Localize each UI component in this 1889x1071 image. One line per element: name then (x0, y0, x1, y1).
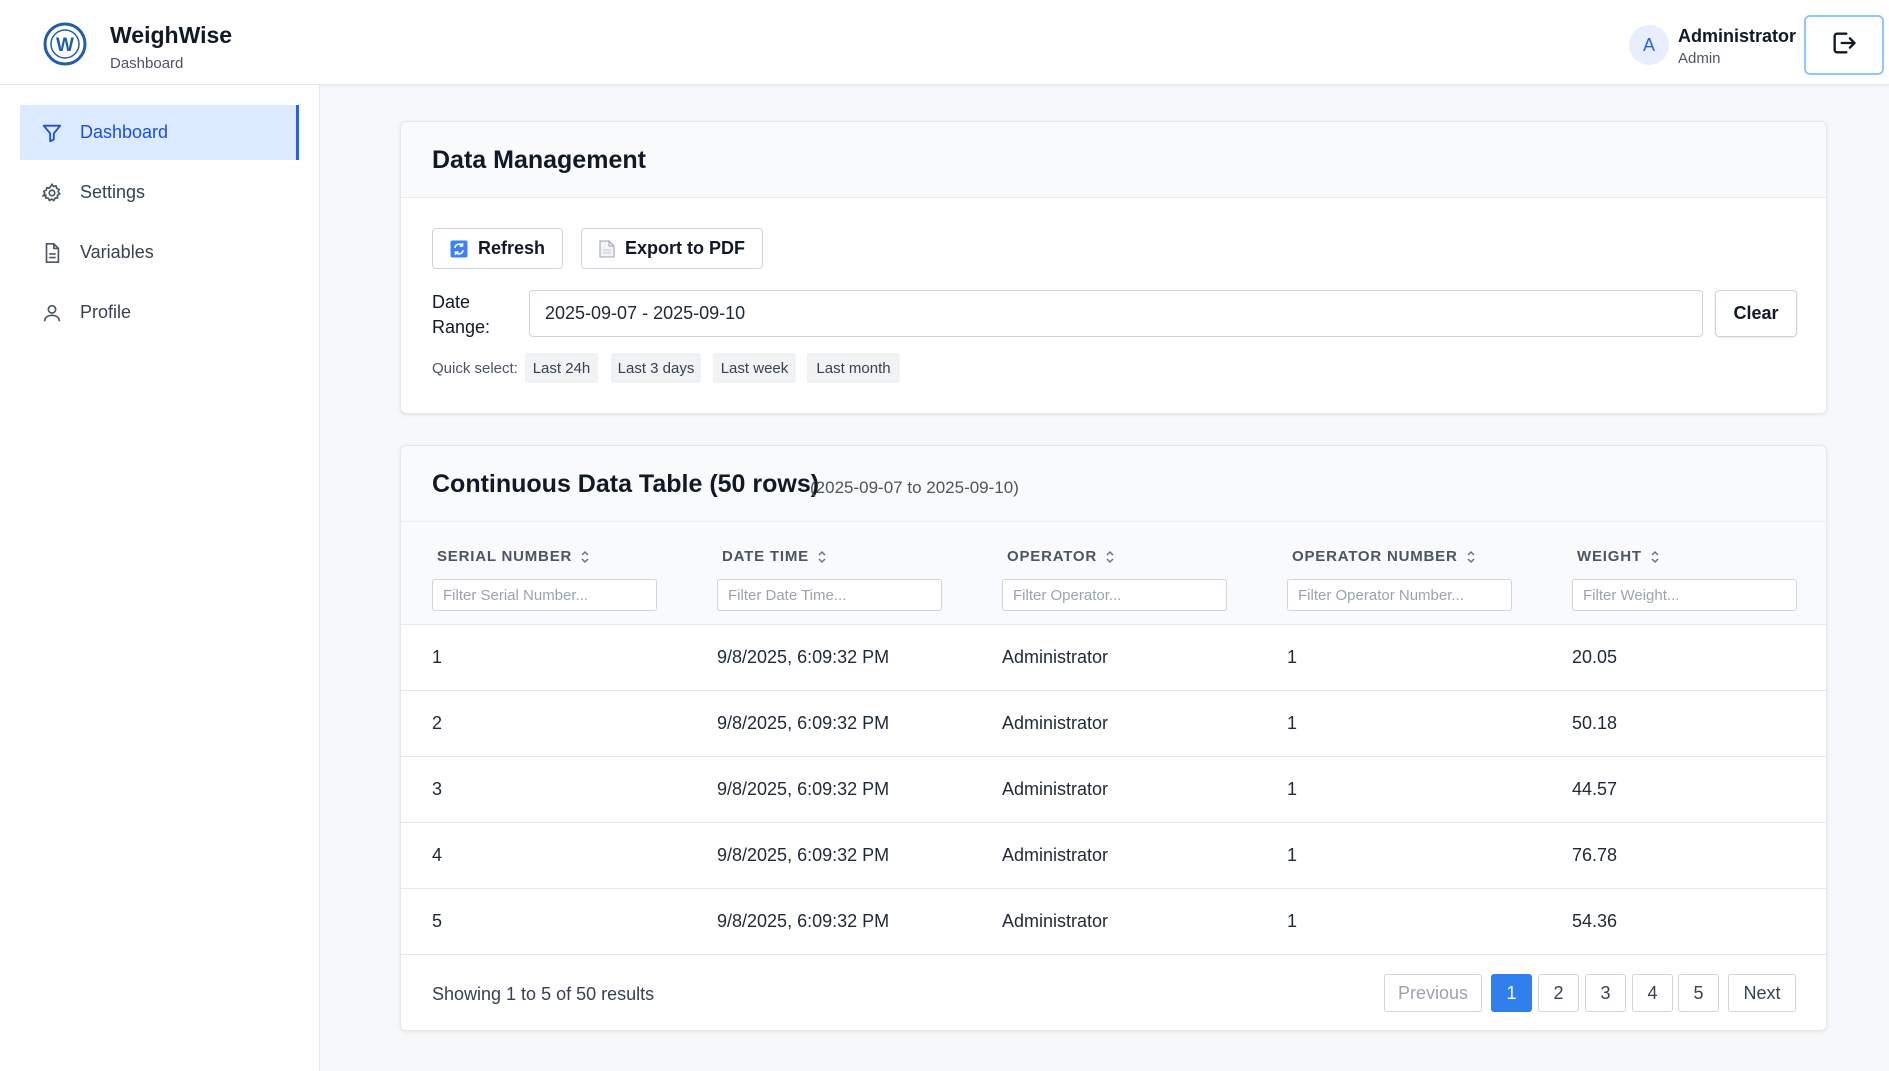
filter-date-time-input[interactable] (717, 579, 942, 611)
app-subtitle: Dashboard (110, 55, 184, 72)
user-role: Admin (1678, 50, 1721, 67)
cell-operator-number: 1 (1287, 911, 1298, 931)
cell-weight: 20.05 (1572, 647, 1618, 667)
card-header: Data Management (401, 122, 1826, 198)
page-2-button[interactable]: 2 (1538, 974, 1579, 1012)
data-management-title: Data Management (432, 146, 646, 174)
column-header-operator-number[interactable]: OPERATOR NUMBER (1292, 548, 1476, 565)
table-header: SERIAL NUMBER DATE TIME OPERATOR OPERATO… (401, 522, 1826, 625)
cell-date-time: 9/8/2025, 6:09:32 PM (717, 911, 890, 931)
page-icon (599, 240, 615, 258)
sidebar-item-label: Settings (80, 182, 146, 202)
sidebar-item-label: Dashboard (80, 122, 169, 142)
table-date-range: (2025-09-07 to 2025-09-10) (810, 478, 1019, 497)
sort-icon (1650, 550, 1660, 564)
filter-operator-number-input[interactable] (1287, 579, 1512, 611)
page-5-button[interactable]: 5 (1678, 974, 1719, 1012)
results-summary: Showing 1 to 5 of 50 results (432, 984, 655, 1004)
top-header: W WeighWise Dashboard A Administrator Ad… (0, 0, 1889, 85)
cell-serial-number: 3 (432, 779, 443, 799)
sort-icon (817, 550, 827, 564)
table-row[interactable]: 5 9/8/2025, 6:09:32 PM Administrator 1 5… (401, 889, 1826, 955)
filter-serial-number-input[interactable] (432, 579, 657, 611)
logout-button[interactable] (1804, 15, 1884, 75)
cell-weight: 50.18 (1572, 713, 1618, 733)
cell-serial-number: 4 (432, 845, 443, 865)
cell-operator-number: 1 (1287, 779, 1298, 799)
filter-weight-input[interactable] (1572, 579, 1797, 611)
table-row[interactable]: 1 9/8/2025, 6:09:32 PM Administrator 1 2… (401, 625, 1826, 691)
cell-operator-number: 1 (1287, 845, 1298, 865)
quick-select-last-month[interactable]: Last month (807, 353, 900, 383)
next-page-button[interactable]: Next (1728, 974, 1796, 1012)
sidebar-item-dashboard[interactable]: Dashboard (20, 105, 299, 160)
table-row[interactable]: 3 9/8/2025, 6:09:32 PM Administrator 1 4… (401, 757, 1826, 823)
cell-weight: 54.36 (1572, 911, 1618, 931)
quick-select-last-3-days[interactable]: Last 3 days (611, 353, 701, 383)
refresh-icon (450, 240, 468, 258)
data-management-card: Data Management Refresh Export to PDF Da… (400, 121, 1827, 414)
cell-operator-number: 1 (1287, 713, 1298, 733)
cell-date-time: 9/8/2025, 6:09:32 PM (717, 713, 890, 733)
cell-serial-number: 5 (432, 911, 443, 931)
cell-operator-number: 1 (1287, 647, 1298, 667)
table-row[interactable]: 4 9/8/2025, 6:09:32 PM Administrator 1 7… (401, 823, 1826, 889)
quick-select-last-week[interactable]: Last week (713, 353, 796, 383)
refresh-label: Refresh (477, 238, 546, 258)
sidebar-item-variables[interactable]: Variables (20, 225, 299, 280)
cell-date-time: 9/8/2025, 6:09:32 PM (717, 647, 890, 667)
sidebar-item-label: Profile (80, 302, 132, 322)
avatar: A (1629, 25, 1669, 65)
column-header-date-time[interactable]: DATE TIME (722, 548, 827, 565)
quick-select-label: Quick select: (432, 360, 518, 377)
weighwise-logo: W (42, 21, 88, 67)
table-title: Continuous Data Table (50 rows) (432, 470, 820, 498)
previous-page-button[interactable]: Previous (1384, 974, 1482, 1012)
cell-operator: Administrator (1002, 647, 1109, 667)
cell-date-time: 9/8/2025, 6:09:32 PM (717, 779, 890, 799)
cell-operator: Administrator (1002, 845, 1109, 865)
data-table-card: Continuous Data Table (50 rows) (2025-09… (400, 445, 1827, 1031)
document-icon (40, 241, 64, 265)
cell-date-time: 9/8/2025, 6:09:32 PM (717, 845, 890, 865)
sort-icon (1466, 550, 1476, 564)
sidebar-item-label: Variables (80, 242, 154, 262)
date-range-input[interactable] (529, 290, 1703, 337)
sort-icon (1105, 550, 1115, 564)
sidebar-item-profile[interactable]: Profile (20, 285, 299, 340)
card-header: Continuous Data Table (50 rows) (2025-09… (401, 446, 1826, 522)
cell-operator: Administrator (1002, 911, 1109, 931)
user-icon (40, 301, 64, 325)
column-header-weight[interactable]: WEIGHT (1577, 548, 1660, 565)
svg-text:W: W (56, 35, 74, 56)
user-name: Administrator (1678, 26, 1797, 46)
clear-button[interactable]: Clear (1715, 290, 1797, 337)
table-row[interactable]: 2 9/8/2025, 6:09:32 PM Administrator 1 5… (401, 691, 1826, 757)
sidebar-item-settings[interactable]: Settings (20, 165, 299, 220)
cell-weight: 76.78 (1572, 845, 1618, 865)
column-header-operator[interactable]: OPERATOR (1007, 548, 1115, 565)
cell-operator: Administrator (1002, 713, 1109, 733)
date-range-label: Date Range: (432, 292, 491, 337)
cell-weight: 44.57 (1572, 779, 1618, 799)
column-header-serial-number[interactable]: SERIAL NUMBER (437, 548, 590, 565)
filter-icon (40, 121, 64, 145)
page-4-button[interactable]: 4 (1632, 974, 1673, 1012)
sidebar: Dashboard Settings Variables Profile (0, 85, 320, 1071)
logout-icon (1830, 29, 1858, 62)
sort-icon (580, 550, 590, 564)
page-3-button[interactable]: 3 (1585, 974, 1626, 1012)
app-title: WeighWise (110, 22, 233, 48)
cell-serial-number: 1 (432, 647, 443, 667)
export-pdf-label: Export to PDF (625, 238, 745, 258)
cell-serial-number: 2 (432, 713, 443, 733)
filter-operator-input[interactable] (1002, 579, 1227, 611)
quick-select-last-24h[interactable]: Last 24h (525, 353, 598, 383)
export-pdf-button[interactable]: Export to PDF (581, 228, 763, 269)
cell-operator: Administrator (1002, 779, 1109, 799)
page-1-button[interactable]: 1 (1491, 974, 1532, 1012)
gear-icon (40, 181, 64, 205)
refresh-button[interactable]: Refresh (432, 228, 563, 269)
